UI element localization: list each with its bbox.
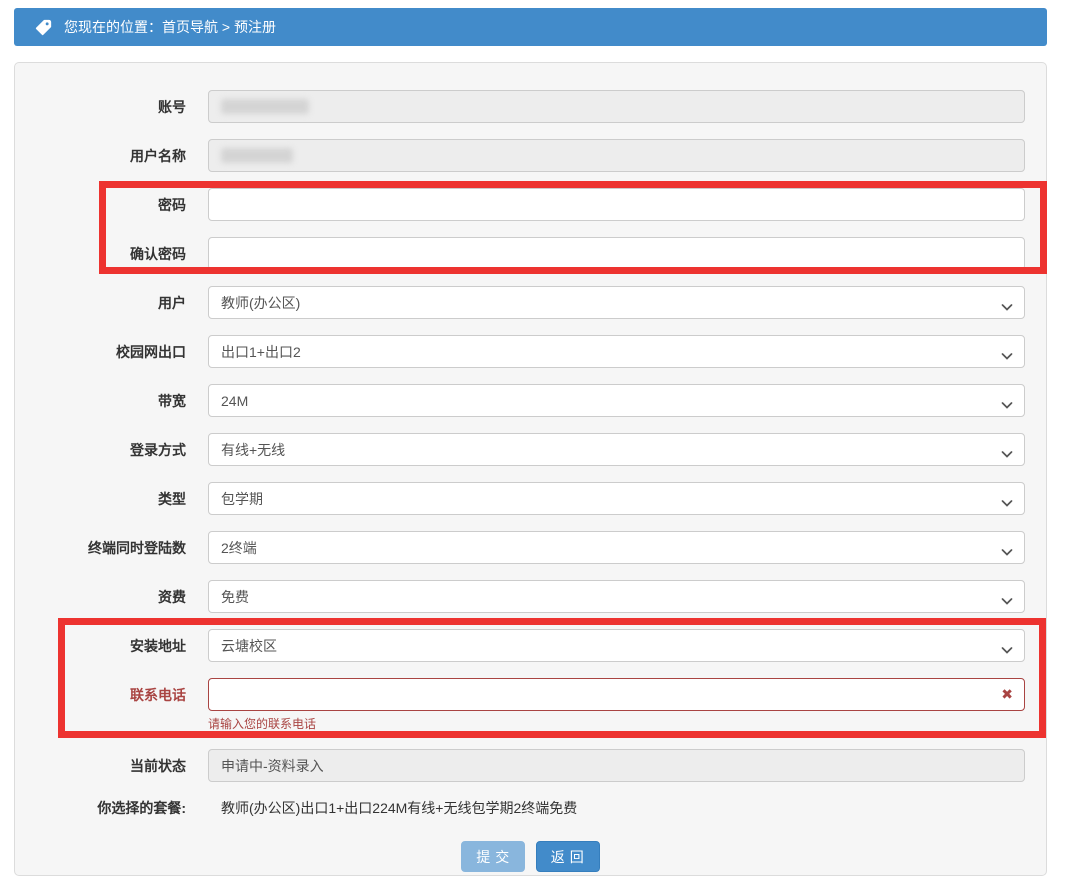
row-user-type: 用户 教师(办公区)	[15, 286, 1046, 319]
fee-select[interactable]: 免费	[208, 580, 1025, 613]
contact-phone-input[interactable]	[208, 678, 1025, 711]
submit-button[interactable]: 提交	[461, 841, 525, 872]
row-account: 账号	[15, 90, 1046, 123]
row-network-exit: 校园网出口 出口1+出口2	[15, 335, 1046, 368]
row-login-method: 登录方式 有线+无线	[15, 433, 1046, 466]
error-icon: ✖	[1001, 686, 1013, 703]
field-label-network-exit: 校园网出口	[15, 342, 186, 362]
install-address-select[interactable]: 云塘校区	[208, 629, 1025, 662]
redacted-value	[221, 99, 309, 114]
field-label-current-status: 当前状态	[15, 756, 186, 776]
bandwidth-select[interactable]: 24M	[208, 384, 1025, 417]
row-install-address: 安装地址 云塘校区	[15, 629, 1046, 662]
fee-value: 免费	[221, 587, 249, 607]
current-status-field: 申请中-资料录入	[208, 749, 1025, 782]
breadcrumb-banner: 您现在的位置：首页导航 > 预注册	[14, 8, 1047, 46]
install-address-value: 云塘校区	[221, 636, 277, 656]
row-bandwidth: 带宽 24M	[15, 384, 1046, 417]
field-label-install-address: 安装地址	[15, 636, 186, 656]
row-fee: 资费 免费	[15, 580, 1046, 613]
field-label-confirm-password: 确认密码	[15, 244, 186, 264]
row-contact-phone: 联系电话 ✖ 请输入您的联系电话	[15, 678, 1046, 732]
user-type-value: 教师(办公区)	[221, 293, 300, 313]
user-type-select[interactable]: 教师(办公区)	[208, 286, 1025, 319]
field-label-password: 密码	[15, 195, 186, 215]
current-status-value: 申请中-资料录入	[221, 756, 324, 776]
field-label-fee: 资费	[15, 587, 186, 607]
row-current-status: 当前状态 申请中-资料录入	[15, 749, 1046, 782]
network-exit-select[interactable]: 出口1+出口2	[208, 335, 1025, 368]
contact-phone-hint: 请输入您的联系电话	[208, 715, 1046, 732]
row-type: 类型 包学期	[15, 482, 1046, 515]
bandwidth-value: 24M	[221, 393, 248, 409]
network-exit-value: 出口1+出口2	[221, 342, 301, 362]
type-value: 包学期	[221, 489, 263, 509]
row-username: 用户名称	[15, 139, 1046, 172]
package-summary: 教师(办公区)出口1+出口224M有线+无线包学期2终端免费	[208, 798, 577, 818]
login-method-select[interactable]: 有线+无线	[208, 433, 1025, 466]
field-label-contact-phone: 联系电话	[15, 685, 186, 705]
row-password: 密码	[15, 188, 1046, 221]
terminal-count-select[interactable]: 2终端	[208, 531, 1025, 564]
field-label-account: 账号	[15, 97, 186, 117]
field-label-bandwidth: 带宽	[15, 391, 186, 411]
button-row: 提交 返回	[15, 841, 1046, 872]
type-select[interactable]: 包学期	[208, 482, 1025, 515]
redacted-value	[221, 148, 293, 163]
terminal-count-value: 2终端	[221, 538, 257, 558]
field-label-package: 你选择的套餐:	[15, 798, 186, 818]
field-label-terminal-count: 终端同时登陆数	[15, 538, 186, 558]
tag-icon	[35, 19, 52, 36]
row-package-summary: 你选择的套餐: 教师(办公区)出口1+出口224M有线+无线包学期2终端免费	[15, 798, 1046, 816]
form-panel: 账号 用户名称 密码 确认密码	[14, 62, 1047, 876]
row-confirm-password: 确认密码	[15, 237, 1046, 270]
password-input[interactable]	[208, 188, 1025, 221]
username-field	[208, 139, 1025, 172]
login-method-value: 有线+无线	[221, 440, 285, 460]
row-terminal-count: 终端同时登陆数 2终端	[15, 531, 1046, 564]
field-label-username: 用户名称	[15, 146, 186, 166]
confirm-password-input[interactable]	[208, 237, 1025, 270]
back-button[interactable]: 返回	[536, 841, 600, 872]
field-label-user-type: 用户	[15, 293, 186, 313]
breadcrumb: 您现在的位置：首页导航 > 预注册	[64, 17, 276, 37]
field-label-login-method: 登录方式	[15, 440, 186, 460]
account-field	[208, 90, 1025, 123]
field-label-type: 类型	[15, 489, 186, 509]
